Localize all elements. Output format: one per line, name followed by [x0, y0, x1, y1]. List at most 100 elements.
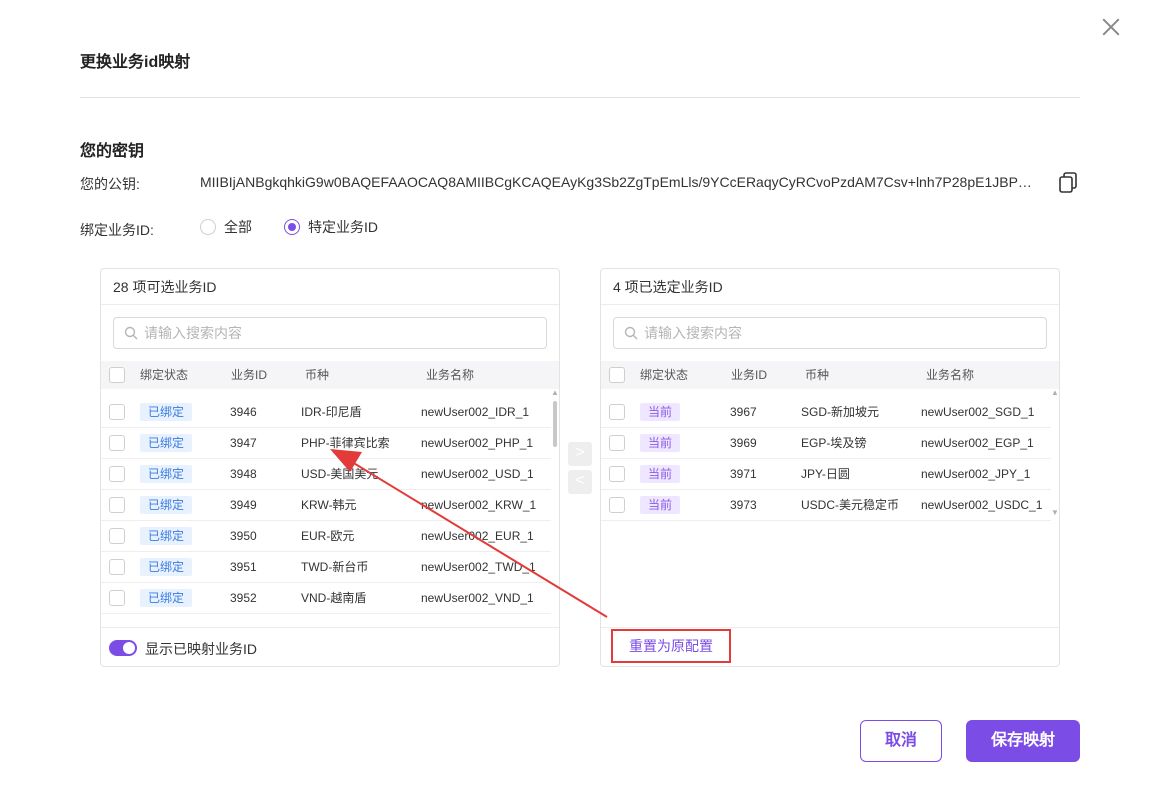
row-name: newUser002_KRW_1: [421, 498, 537, 512]
row-id: 3951: [230, 560, 257, 574]
row-checkbox[interactable]: [109, 559, 125, 575]
row-currency: EGP-埃及镑: [801, 436, 867, 450]
table-row[interactable]: 当前 3971 JPY-日圆 newUser002_JPY_1: [601, 459, 1051, 490]
row-checkbox[interactable]: [109, 528, 125, 544]
row-name: newUser002_SGD_1: [921, 405, 1035, 419]
table-row[interactable]: 已绑定 3951 TWD-新台币 newUser002_TWD_1: [101, 552, 551, 583]
move-left-button[interactable]: <: [568, 470, 592, 494]
reset-config-button[interactable]: 重置为原配置: [611, 629, 731, 663]
status-badge: 已绑定: [140, 558, 193, 576]
select-all-checkbox[interactable]: [609, 367, 625, 383]
search-icon: [624, 326, 638, 340]
scroll-up-arrow[interactable]: ▲: [1051, 389, 1059, 397]
dialog-title: 更换业务id映射: [80, 54, 191, 71]
close-icon[interactable]: [1100, 16, 1122, 38]
row-currency: USD-美国美元: [301, 467, 379, 481]
col-name: 业务名称: [926, 368, 975, 382]
show-mapped-toggle[interactable]: [109, 640, 137, 656]
radio-all-label: 全部: [224, 219, 252, 235]
row-name: newUser002_EUR_1: [421, 529, 534, 543]
select-all-checkbox[interactable]: [109, 367, 125, 383]
row-checkbox[interactable]: [109, 435, 125, 451]
row-currency: IDR-印尼盾: [301, 405, 362, 419]
row-checkbox[interactable]: [109, 590, 125, 606]
available-search-placeholder: 请输入搜索内容: [144, 325, 242, 341]
row-id: 3950: [230, 529, 257, 543]
selected-search-placeholder: 请输入搜索内容: [644, 325, 742, 341]
save-mapping-button[interactable]: 保存映射: [966, 720, 1080, 762]
row-checkbox[interactable]: [109, 404, 125, 420]
copy-icon[interactable]: [1058, 172, 1078, 194]
row-checkbox[interactable]: [109, 497, 125, 513]
show-mapped-label: 显示已映射业务ID: [145, 641, 257, 657]
available-search-input[interactable]: 请输入搜索内容: [113, 317, 547, 349]
radio-specific-circle[interactable]: [284, 219, 300, 235]
row-name: newUser002_VND_1: [421, 591, 534, 605]
row-id: 3969: [730, 436, 757, 450]
table-row[interactable]: 当前 3967 SGD-新加坡元 newUser002_SGD_1: [601, 397, 1051, 428]
row-currency: EUR-欧元: [301, 529, 355, 543]
available-panel-header: 28 项可选业务ID: [101, 269, 559, 305]
row-checkbox[interactable]: [609, 404, 625, 420]
selected-scrollbar[interactable]: ▲ ▼: [1051, 389, 1059, 519]
row-currency: USDC-美元稳定币: [801, 498, 899, 512]
table-row[interactable]: 已绑定 3947 PHP-菲律宾比索 newUser002_PHP_1: [101, 428, 551, 459]
section-title: 您的密钥: [80, 143, 145, 160]
table-row[interactable]: 已绑定 3946 IDR-印尼盾 newUser002_IDR_1: [101, 397, 551, 428]
row-currency: TWD-新台币: [301, 560, 369, 574]
title-divider: [80, 97, 1080, 98]
row-checkbox[interactable]: [109, 466, 125, 482]
available-table-body: 已绑定 3946 IDR-印尼盾 newUser002_IDR_1 已绑定 39…: [101, 397, 551, 614]
col-status: 绑定状态: [640, 368, 689, 382]
table-row[interactable]: 已绑定 3952 VND-越南盾 newUser002_VND_1: [101, 583, 551, 614]
public-key-label: 您的公钥:: [80, 176, 140, 192]
table-row[interactable]: 已绑定 3948 USD-美国美元 newUser002_USD_1: [101, 459, 551, 490]
status-badge: 当前: [640, 465, 681, 483]
radio-all[interactable]: 全部: [200, 217, 252, 237]
bind-id-label: 绑定业务ID:: [80, 222, 154, 238]
row-currency: PHP-菲律宾比索: [301, 436, 390, 450]
row-checkbox[interactable]: [609, 466, 625, 482]
row-id: 3946: [230, 405, 257, 419]
status-badge: 已绑定: [140, 496, 193, 514]
status-badge: 当前: [640, 434, 681, 452]
row-checkbox[interactable]: [609, 497, 625, 513]
row-id: 3947: [230, 436, 257, 450]
table-row[interactable]: 当前 3969 EGP-埃及镑 newUser002_EGP_1: [601, 428, 1051, 459]
row-currency: SGD-新加坡元: [801, 405, 880, 419]
row-currency: VND-越南盾: [301, 591, 367, 605]
radio-all-circle[interactable]: [200, 219, 216, 235]
status-badge: 已绑定: [140, 434, 193, 452]
scroll-up-arrow[interactable]: ▲: [551, 389, 559, 397]
available-scrollbar[interactable]: ▲: [551, 389, 559, 625]
row-currency: KRW-韩元: [301, 498, 357, 512]
radio-specific[interactable]: 特定业务ID: [284, 217, 378, 237]
col-name: 业务名称: [426, 368, 475, 382]
col-status: 绑定状态: [140, 368, 189, 382]
status-badge: 当前: [640, 496, 681, 514]
row-id: 3973: [730, 498, 757, 512]
selected-panel-footer: 重置为原配置: [601, 627, 1059, 666]
bind-scope-radio-group: 全部 特定业务ID: [200, 217, 410, 237]
move-right-button[interactable]: >: [568, 442, 592, 466]
row-id: 3967: [730, 405, 757, 419]
row-name: newUser002_IDR_1: [421, 405, 530, 419]
scroll-thumb[interactable]: [553, 401, 557, 447]
radio-specific-label: 特定业务ID: [308, 219, 378, 235]
cancel-button[interactable]: 取消: [860, 720, 942, 762]
available-panel-footer: 显示已映射业务ID: [101, 627, 559, 666]
available-table-header: 绑定状态 业务ID 币种 业务名称: [101, 361, 559, 389]
selected-search-input[interactable]: 请输入搜索内容: [613, 317, 1047, 349]
status-badge: 当前: [640, 403, 681, 421]
row-checkbox[interactable]: [609, 435, 625, 451]
table-row[interactable]: 已绑定 3950 EUR-欧元 newUser002_EUR_1: [101, 521, 551, 552]
selected-panel-header: 4 项已选定业务ID: [601, 269, 1059, 305]
scroll-down-arrow[interactable]: ▼: [1051, 509, 1059, 517]
row-name: newUser002_PHP_1: [421, 436, 534, 450]
table-row[interactable]: 已绑定 3949 KRW-韩元 newUser002_KRW_1: [101, 490, 551, 521]
public-key-value: MIIBIjANBgkqhkiG9w0BAQEFAAOCAQ8AMIIBCgKC…: [200, 174, 1035, 190]
table-row[interactable]: 当前 3973 USDC-美元稳定币 newUser002_USDC_1: [601, 490, 1051, 521]
col-id: 业务ID: [731, 368, 768, 382]
status-badge: 已绑定: [140, 465, 193, 483]
row-currency: JPY-日圆: [801, 467, 850, 481]
